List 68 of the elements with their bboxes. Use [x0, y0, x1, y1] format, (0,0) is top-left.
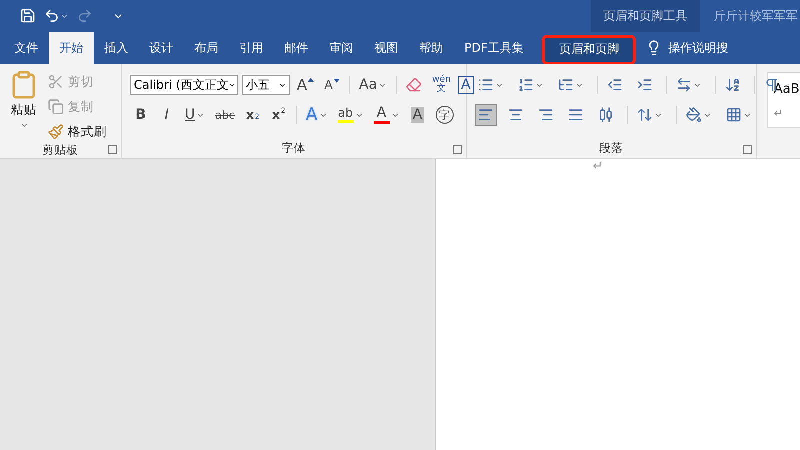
ribbon-tab[interactable]: 邮件: [274, 32, 319, 64]
align-center-icon: [508, 107, 524, 123]
paragraph-mark: ↵: [592, 159, 604, 173]
ribbon-tab[interactable]: 开始: [49, 32, 94, 64]
case-button[interactable]: Aa: [356, 74, 390, 96]
dialog-launcher-icon[interactable]: [108, 145, 117, 154]
numbered-list-icon: [518, 77, 534, 93]
paint-bucket-icon: [686, 107, 702, 123]
save-button[interactable]: [20, 8, 36, 24]
ribbon-tab[interactable]: 布局: [184, 32, 229, 64]
sort-icon: [725, 77, 741, 93]
left-button[interactable]: [475, 104, 497, 126]
line-spacing-icon: [637, 107, 653, 123]
scissors-icon: [48, 74, 64, 90]
copy-icon: [48, 99, 64, 115]
font-size-field[interactable]: 小五: [242, 75, 290, 95]
ribbon-tab[interactable]: 视图: [364, 32, 409, 64]
paintbrush-icon: [48, 124, 64, 140]
shading-button[interactable]: A: [406, 104, 429, 126]
bold-button[interactable]: B: [130, 104, 152, 126]
group-label: 字体: [282, 140, 306, 156]
down-triangle-icon: [334, 79, 340, 83]
caret-icon: [20, 121, 28, 130]
align-right-icon: [538, 107, 554, 123]
dialog-launcher-icon[interactable]: [743, 145, 752, 154]
distribute-icon: [598, 107, 614, 123]
eraser-icon: [406, 77, 422, 93]
ribbon-tab[interactable]: 引用: [229, 32, 274, 64]
underline-button[interactable]: U: [182, 104, 208, 126]
highlight-button[interactable]: ab: [334, 104, 367, 126]
italic-button[interactable]: I: [156, 104, 178, 126]
document-title: 斤斤计较军军军: [713, 8, 799, 24]
effects-button[interactable]: A: [303, 104, 331, 126]
ribbon-tab[interactable]: PDF工具集: [454, 32, 534, 64]
border-grid-icon: [726, 107, 742, 123]
ribbon-tab[interactable]: 插入: [94, 32, 139, 64]
group-label: 剪贴板: [42, 142, 78, 158]
style-gallery-item[interactable]: AaB ↵: [767, 72, 800, 128]
increase-indent-icon: [637, 77, 653, 93]
font-name-field[interactable]: Calibri (西文正文: [130, 75, 238, 95]
undo-icon: [44, 8, 60, 24]
bullet-list-icon: [478, 77, 494, 93]
phonetic-button[interactable]: wén 文: [429, 74, 454, 96]
redo-icon: [77, 8, 93, 24]
ribbon-tab[interactable]: 帮助: [409, 32, 454, 64]
arrows-icon: [676, 77, 692, 93]
dialog-launcher-icon[interactable]: [453, 145, 462, 154]
multilevel-list-icon: [558, 77, 574, 93]
justify-icon: [568, 107, 584, 123]
character-border-button[interactable]: A: [458, 76, 474, 94]
align-left-icon: [478, 107, 494, 123]
strike-button[interactable]: abc: [212, 104, 238, 126]
grow-button[interactable]: A: [294, 74, 318, 96]
ribbon-tab[interactable]: 文件: [4, 32, 49, 64]
ribbon-tab[interactable]: 页眉和页脚: [542, 34, 636, 64]
shrink-button[interactable]: A: [321, 74, 344, 96]
paste-button[interactable]: 粘贴: [0, 70, 48, 142]
painter-button[interactable]: 格式刷: [48, 122, 107, 142]
group-label: 段落: [600, 140, 624, 156]
save-icon: [20, 8, 36, 24]
ribbon-tab[interactable]: 设计: [139, 32, 184, 64]
up-triangle-icon: [308, 78, 314, 82]
undo-button[interactable]: [44, 8, 69, 24]
contextual-tab-group-label: 页眉和页脚工具: [591, 0, 700, 32]
search-field[interactable]: 操作说明搜: [668, 40, 728, 56]
ribbon-tab[interactable]: 审阅: [319, 32, 364, 64]
color-button[interactable]: A: [370, 104, 403, 126]
decrease-indent-icon: [607, 77, 623, 93]
